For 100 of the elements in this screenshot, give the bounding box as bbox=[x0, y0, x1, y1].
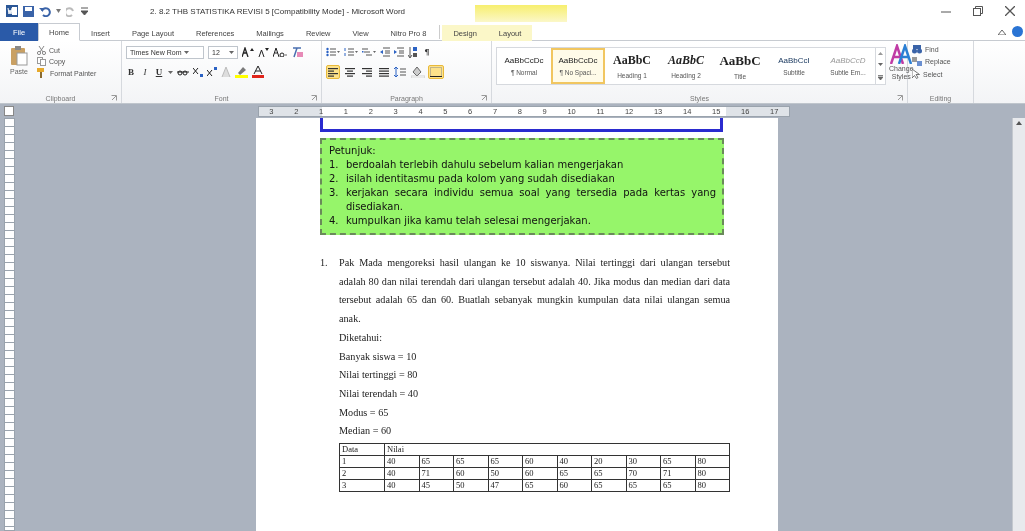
table-cell: 40 bbox=[384, 467, 419, 480]
paintbrush-icon bbox=[37, 68, 47, 78]
restore-icon[interactable] bbox=[973, 6, 983, 16]
scroll-down-icon[interactable] bbox=[878, 63, 883, 67]
question-number: 1. bbox=[320, 256, 329, 270]
dialog-launcher-icon[interactable] bbox=[111, 95, 117, 101]
undo-icon[interactable] bbox=[39, 5, 51, 17]
table-cell: 60 bbox=[522, 455, 557, 468]
table-cell: 3 bbox=[339, 479, 385, 492]
clipboard-icon bbox=[10, 46, 28, 66]
table-cell: 65 bbox=[488, 455, 523, 468]
decrease-indent-icon[interactable] bbox=[380, 47, 390, 57]
scroll-up-icon[interactable] bbox=[878, 52, 883, 56]
table-cell: 20 bbox=[591, 455, 626, 468]
show-formatting-marks-button[interactable]: ¶ bbox=[422, 47, 432, 57]
help-icon[interactable] bbox=[1012, 26, 1023, 37]
grow-font-icon[interactable] bbox=[242, 47, 254, 57]
customize-icon[interactable] bbox=[81, 7, 88, 15]
vertical-ruler[interactable] bbox=[4, 118, 15, 531]
table-cell: 40 bbox=[557, 455, 592, 468]
vertical-scrollbar[interactable] bbox=[1012, 118, 1025, 531]
bullets-icon[interactable] bbox=[326, 47, 340, 57]
align-right-icon[interactable] bbox=[362, 67, 372, 77]
table-cell: 47 bbox=[488, 479, 523, 492]
numbering-icon[interactable] bbox=[344, 47, 358, 57]
dialog-launcher-icon[interactable] bbox=[897, 95, 903, 101]
gallery-more-icon[interactable] bbox=[878, 74, 883, 80]
table-cell: 45 bbox=[419, 479, 454, 492]
table-cell: 40 bbox=[384, 479, 419, 492]
table-cell: 65 bbox=[419, 455, 454, 468]
table-header: Nilai bbox=[384, 443, 730, 456]
table-cell: 50 bbox=[453, 479, 488, 492]
table-cell: 65 bbox=[591, 467, 626, 480]
table-cell: 80 bbox=[695, 455, 730, 468]
cursor-icon bbox=[912, 69, 920, 79]
shrink-font-icon[interactable] bbox=[258, 47, 269, 57]
instructions-title: Petunjuk: bbox=[329, 144, 377, 158]
save-icon[interactable] bbox=[23, 5, 34, 17]
table-cell: 65 bbox=[557, 467, 592, 480]
line-spacing-icon[interactable] bbox=[394, 67, 408, 77]
multilevel-list-icon[interactable] bbox=[362, 47, 376, 57]
change-case-icon[interactable] bbox=[273, 47, 287, 57]
table-cell: 40 bbox=[384, 455, 419, 468]
italic-button[interactable]: I bbox=[140, 67, 150, 77]
given-line: Median = 60 bbox=[339, 424, 393, 439]
scissors-icon bbox=[37, 46, 46, 55]
table-cell: 50 bbox=[488, 467, 523, 480]
subscript-icon[interactable] bbox=[193, 67, 203, 77]
font-color-icon[interactable] bbox=[252, 66, 264, 78]
given-line: Diketahui: bbox=[339, 330, 383, 345]
table-cell: 80 bbox=[695, 467, 730, 480]
dropdown-caret-icon bbox=[184, 50, 190, 54]
table-header: Data bbox=[339, 443, 385, 456]
bold-button[interactable]: B bbox=[126, 67, 136, 77]
table-cell: 65 bbox=[453, 455, 488, 468]
list-number: 3. bbox=[329, 186, 340, 200]
table-cell: 71 bbox=[660, 467, 695, 480]
table-cell: 2 bbox=[339, 467, 385, 480]
dialog-launcher-icon[interactable] bbox=[311, 95, 317, 101]
increase-indent-icon[interactable] bbox=[394, 47, 404, 57]
given-line: Modus = 65 bbox=[339, 405, 390, 420]
dialog-launcher-icon[interactable] bbox=[481, 95, 487, 101]
given-line: Banyak siswa = 10 bbox=[339, 349, 418, 364]
list-number: 1. bbox=[329, 158, 340, 172]
question-text: Pak Mada mengoreksi hasil ulangan ke 10 siswanya. Nilai tertinggi dari ulangan tersebut adalah 80 dan nilai terendah dari ulangan tersebut adalah 40. Jika modus dan median dari data tersebut adalah 65 dan 60. Buatlah sebanyak mungkin kumpulan data nilai ulangan semua anak. bbox=[339, 256, 730, 327]
copy-icon bbox=[37, 57, 46, 66]
align-left-icon[interactable] bbox=[328, 67, 338, 77]
close-icon[interactable] bbox=[1005, 6, 1015, 16]
tab-selector[interactable] bbox=[4, 106, 14, 116]
given-line: Nilai tertinggi = 80 bbox=[339, 368, 419, 383]
table-cell: 60 bbox=[557, 479, 592, 492]
borders-icon[interactable] bbox=[430, 67, 442, 77]
instruction-text: isilah identitasmu pada kolom yang sudah disediakan bbox=[346, 172, 616, 186]
clear-formatting-icon[interactable] bbox=[291, 46, 303, 58]
instruction-text: berdoalah terlebih dahulu sebelum kalian mengerjakan bbox=[346, 158, 625, 172]
dropdown-caret-icon bbox=[229, 50, 234, 54]
styles-letters-icon bbox=[890, 44, 913, 64]
dropdown-caret-icon bbox=[168, 70, 173, 74]
table-cell: 1 bbox=[339, 455, 385, 468]
align-center-icon[interactable] bbox=[345, 67, 355, 77]
scroll-up-icon[interactable] bbox=[1016, 121, 1022, 125]
list-number: 4. bbox=[329, 214, 340, 228]
table-cell: 65 bbox=[660, 479, 695, 492]
minimize-ribbon-icon[interactable] bbox=[998, 28, 1006, 35]
shading-icon[interactable] bbox=[411, 66, 425, 78]
table-cell: 65 bbox=[626, 479, 661, 492]
table-cell: 65 bbox=[660, 455, 695, 468]
highlighter-icon[interactable] bbox=[235, 66, 248, 78]
list-number: 2. bbox=[329, 172, 340, 186]
underline-button[interactable]: U bbox=[154, 67, 164, 77]
table-cell: 60 bbox=[522, 467, 557, 480]
dropdown-caret-icon[interactable] bbox=[56, 9, 61, 13]
table-cell: 60 bbox=[453, 467, 488, 480]
table-cell: 65 bbox=[522, 479, 557, 492]
table-cell: 65 bbox=[591, 479, 626, 492]
superscript-icon[interactable] bbox=[207, 67, 217, 77]
align-justify-icon[interactable] bbox=[379, 67, 389, 77]
sort-icon[interactable] bbox=[408, 46, 418, 58]
given-line: Nilai terendah = 40 bbox=[339, 386, 419, 401]
word-icon[interactable] bbox=[6, 5, 18, 17]
